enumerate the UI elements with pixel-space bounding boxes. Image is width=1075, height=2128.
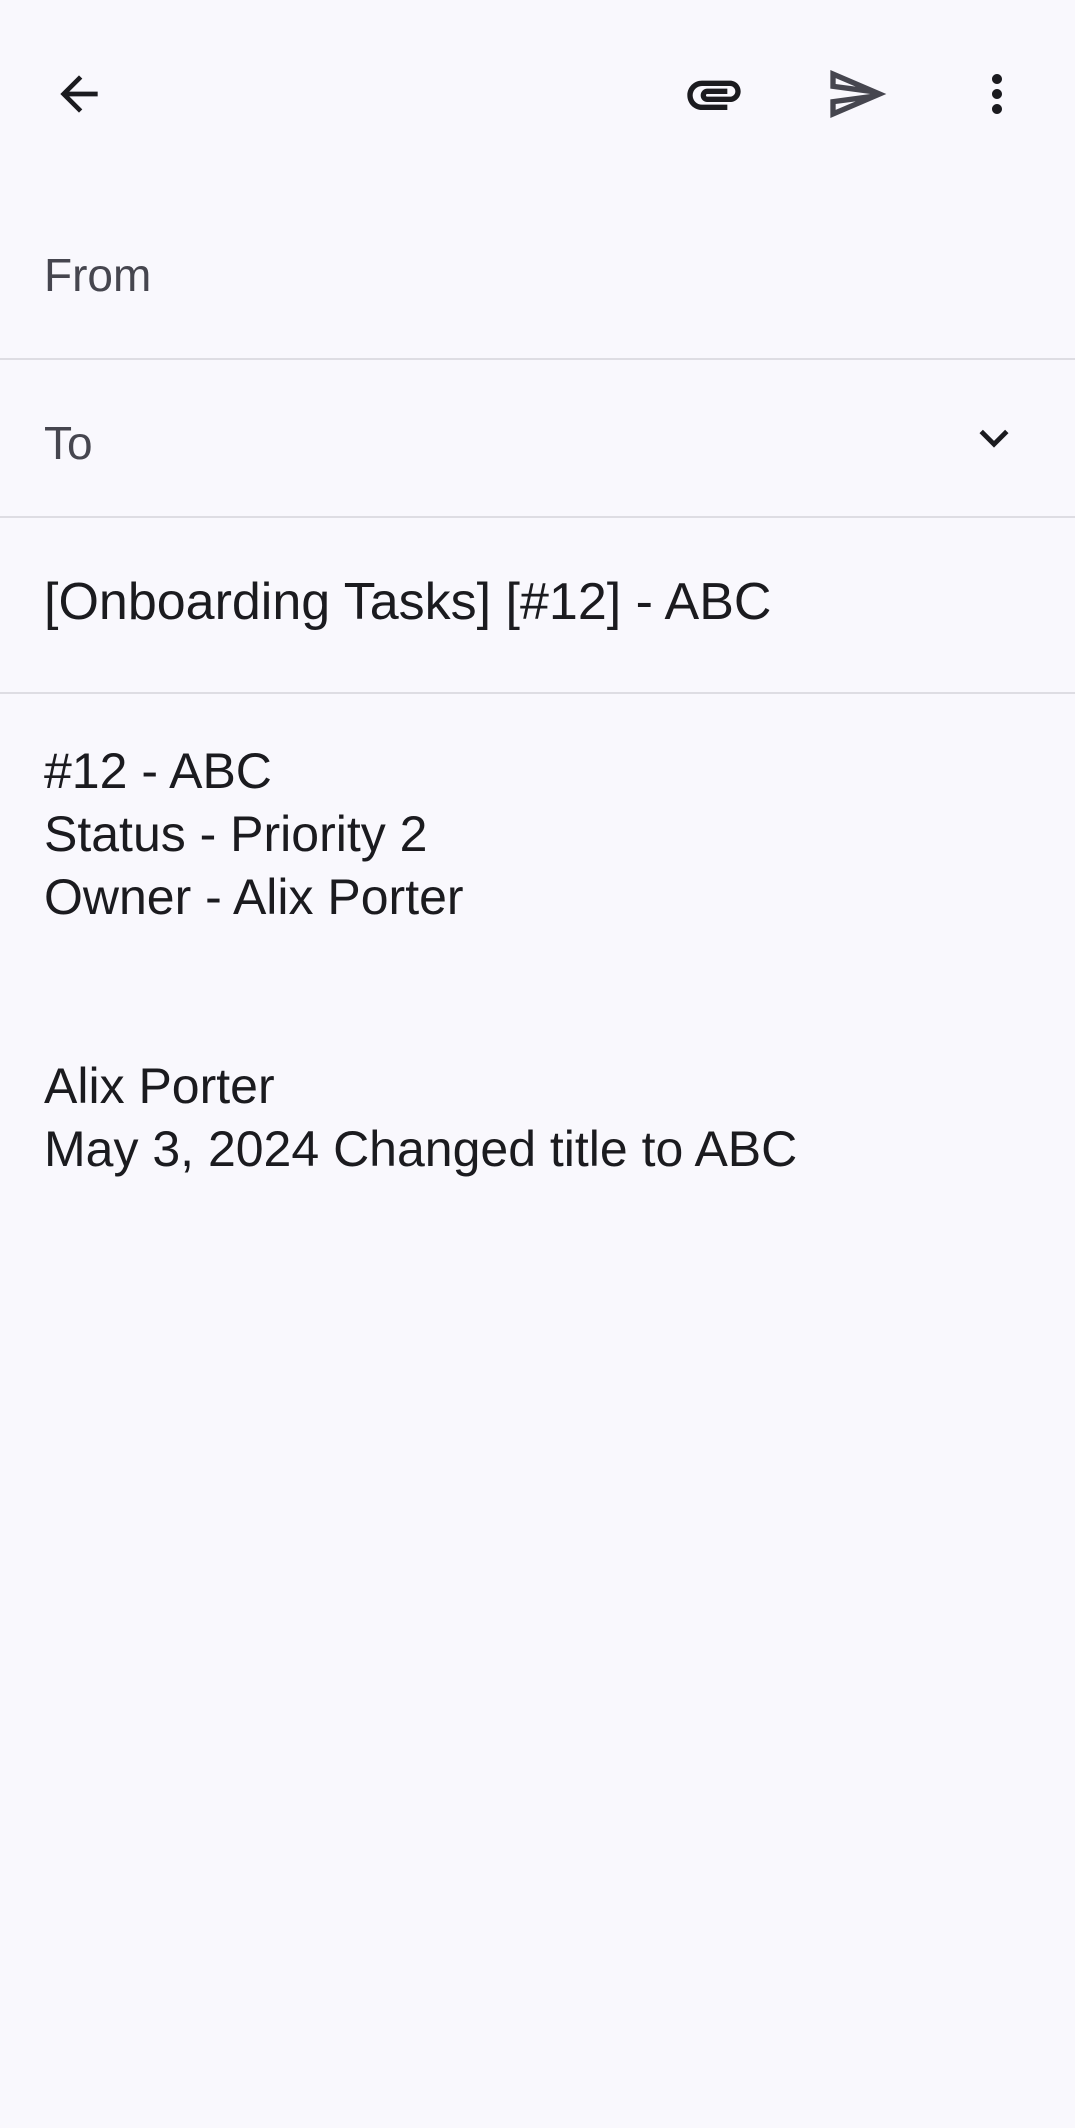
- subject-text[interactable]: [Onboarding Tasks] [#12] - ABC: [44, 572, 771, 632]
- chevron-down-icon: [979, 429, 1009, 448]
- body-line: Owner - Alix Porter: [44, 869, 464, 925]
- body-line: May 3, 2024 Changed title to ABC: [44, 1121, 798, 1177]
- body-line: Status - Priority 2: [44, 806, 428, 862]
- arrow-left-icon: [60, 75, 98, 113]
- send-icon: [830, 70, 887, 118]
- from-field[interactable]: From: [0, 190, 1075, 360]
- back-button[interactable]: [39, 54, 119, 134]
- body-line: Alix Porter: [44, 1058, 275, 1114]
- send-button[interactable]: [817, 54, 897, 134]
- subject-field[interactable]: [Onboarding Tasks] [#12] - ABC: [0, 518, 1075, 694]
- to-field[interactable]: To: [0, 360, 1075, 518]
- to-input[interactable]: [130, 400, 955, 482]
- paperclip-icon: [687, 80, 741, 110]
- expand-recipients-button[interactable]: [954, 398, 1034, 478]
- more-options-button[interactable]: [957, 54, 1037, 134]
- message-body[interactable]: #12 - ABC Status - Priority 2 Owner - Al…: [44, 740, 1034, 1181]
- body-line: #12 - ABC: [44, 743, 272, 799]
- top-app-bar: [0, 0, 1075, 190]
- from-label: From: [44, 249, 152, 301]
- attach-button[interactable]: [674, 54, 754, 134]
- to-label: To: [44, 417, 93, 469]
- more-vert-icon: [992, 74, 1002, 114]
